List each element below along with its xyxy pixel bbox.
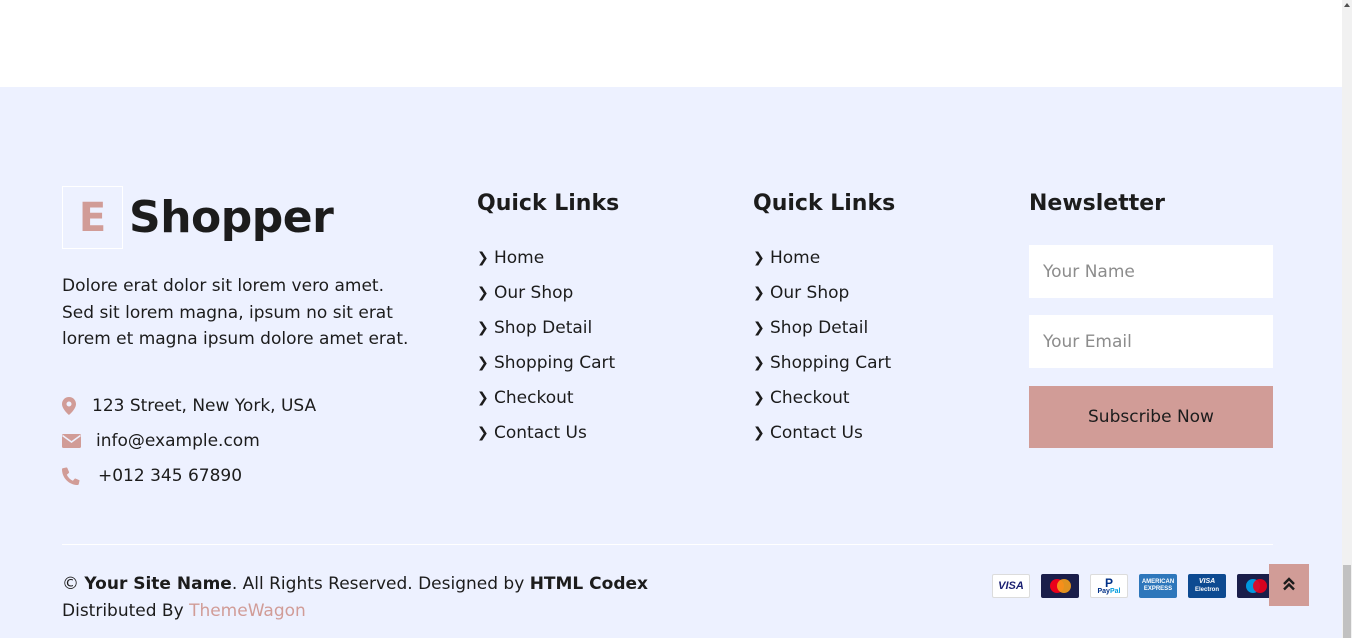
copyright-text: © Your Site Name. All Rights Reserved. D… <box>62 571 648 624</box>
brand-logo[interactable]: E Shopper <box>62 186 334 249</box>
newsletter-name-input[interactable] <box>1029 245 1273 298</box>
footer-link-checkout[interactable]: ❯ Checkout <box>753 380 891 415</box>
chevron-right-icon: ❯ <box>477 249 489 266</box>
back-to-top-button[interactable] <box>1269 564 1309 606</box>
paypal-text-1: Pay <box>1097 587 1110 595</box>
visa-electron-text-1: VISA <box>1198 578 1216 585</box>
footer-link-contact-us[interactable]: ❯ Contact Us <box>753 415 891 450</box>
footer-link-shop-detail[interactable]: ❯ Shop Detail <box>477 310 615 345</box>
chevron-right-icon: ❯ <box>477 284 489 301</box>
copyright-symbol: © <box>62 574 79 594</box>
link-label: Contact Us <box>494 422 587 443</box>
paypal-icon: P PayPal <box>1090 574 1128 598</box>
chevron-right-icon: ❯ <box>753 284 765 301</box>
footer-link-home[interactable]: ❯ Home <box>753 240 891 275</box>
footer-link-our-shop[interactable]: ❯ Our Shop <box>753 275 891 310</box>
footer-link-our-shop[interactable]: ❯ Our Shop <box>477 275 615 310</box>
rights-text: . All Rights Reserved. Designed by <box>231 574 530 594</box>
brand-name: Shopper <box>129 192 334 243</box>
payment-methods: VISA P PayPal AMERICAN EXPRESS VISA Elec… <box>992 574 1275 598</box>
newsletter-title: Newsletter <box>1029 191 1166 216</box>
chevron-right-icon: ❯ <box>753 389 765 406</box>
link-label: Contact Us <box>770 422 863 443</box>
quick-links-list: ❯ Home ❯ Our Shop ❯ Shop Detail ❯ Shopping C… <box>477 240 615 450</box>
link-label: Shopping Cart <box>494 352 616 373</box>
link-label: Checkout <box>494 387 574 408</box>
chevron-right-icon: ❯ <box>753 319 765 336</box>
visa-electron-icon: VISA Electron <box>1188 574 1226 598</box>
visa-card-icon: VISA <box>992 574 1030 598</box>
footer-link-contact-us[interactable]: ❯ Contact Us <box>477 415 615 450</box>
vertical-scrollbar[interactable] <box>1342 0 1352 638</box>
chevron-right-icon: ❯ <box>477 354 489 371</box>
footer-link-shopping-cart[interactable]: ❯ Shopping Cart <box>753 345 891 380</box>
footer-link-home[interactable]: ❯ Home <box>477 240 615 275</box>
footer-link-shop-detail[interactable]: ❯ Shop Detail <box>753 310 891 345</box>
link-label: Our Shop <box>494 282 574 303</box>
chevron-right-icon: ❯ <box>753 249 765 266</box>
paypal-text-2: Pal <box>1109 587 1121 595</box>
page-content-area <box>0 0 1342 87</box>
email-text[interactable]: info@example.com <box>96 431 260 451</box>
address-text: 123 Street, New York, USA <box>92 396 317 416</box>
footer-divider <box>62 544 1273 545</box>
link-label: Shop Detail <box>770 317 869 338</box>
site-footer: E Shopper Dolore erat dolor sit lorem ve… <box>0 87 1342 638</box>
link-label: Our Shop <box>770 282 850 303</box>
footer-link-checkout[interactable]: ❯ Checkout <box>477 380 615 415</box>
link-label: Shop Detail <box>494 317 593 338</box>
american-express-icon: AMERICAN EXPRESS <box>1139 574 1177 598</box>
quick-links-title: Quick Links <box>477 191 620 216</box>
mastercard-icon <box>1041 574 1079 598</box>
newsletter-email-input[interactable] <box>1029 315 1273 368</box>
about-text: Dolore erat dolor sit lorem vero amet. S… <box>62 276 409 349</box>
contact-email: info@example.com <box>62 431 260 451</box>
distributor-link[interactable]: ThemeWagon <box>189 601 306 621</box>
contact-address: 123 Street, New York, USA <box>62 396 316 416</box>
link-label: Home <box>770 247 821 268</box>
quick-links-list-2: ❯ Home ❯ Our Shop ❯ Shop Detail ❯ Shopping C… <box>753 240 891 450</box>
brand-letter-box: E <box>62 186 123 249</box>
phone-icon <box>62 467 98 485</box>
chevron-right-icon: ❯ <box>477 319 489 336</box>
link-label: Home <box>494 247 545 268</box>
map-marker-icon <box>62 397 90 415</box>
designer-link[interactable]: HTML Codex <box>530 574 648 594</box>
link-label: Checkout <box>770 387 850 408</box>
phone-text[interactable]: +012 345 67890 <box>98 466 242 486</box>
subscribe-button[interactable]: Subscribe Now <box>1029 386 1273 448</box>
contact-phone: +012 345 67890 <box>62 466 242 486</box>
envelope-icon <box>62 434 96 448</box>
double-chevron-up-icon <box>1283 576 1295 595</box>
visa-electron-text-2: Electron <box>1194 587 1219 593</box>
chevron-right-icon: ❯ <box>753 354 765 371</box>
scrollbar-thumb[interactable] <box>1343 565 1351 638</box>
site-name-link[interactable]: Your Site Name <box>84 574 231 594</box>
quick-links-title-2: Quick Links <box>753 191 896 216</box>
scroll-up-arrow-icon[interactable] <box>1344 3 1350 7</box>
footer-link-shopping-cart[interactable]: ❯ Shopping Cart <box>477 345 615 380</box>
chevron-right-icon: ❯ <box>753 424 765 441</box>
link-label: Shopping Cart <box>770 352 892 373</box>
chevron-right-icon: ❯ <box>477 424 489 441</box>
distributed-label: Distributed By <box>62 600 190 621</box>
chevron-right-icon: ❯ <box>477 389 489 406</box>
